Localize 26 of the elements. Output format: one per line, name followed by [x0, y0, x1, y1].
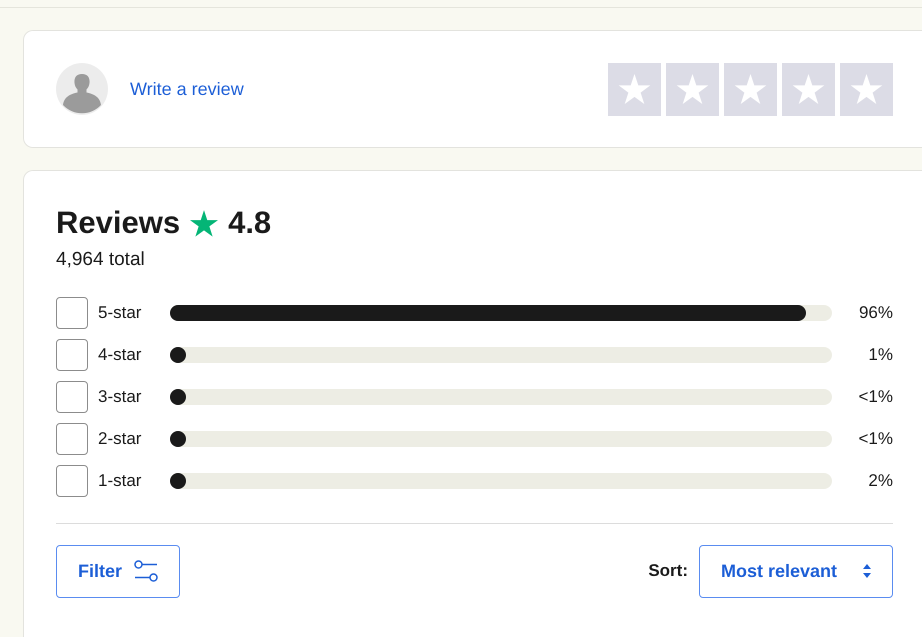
avatar-icon [56, 63, 108, 115]
checkbox[interactable] [56, 380, 88, 412]
total-count: 4,964 total [56, 248, 146, 272]
checkbox[interactable] [56, 296, 88, 328]
star-icon [190, 210, 218, 236]
sort-label: Sort: [648, 560, 688, 582]
star-level-label: 1-star [98, 470, 142, 492]
sort-caret-icon [863, 564, 871, 578]
percent-value: 96% [858, 302, 893, 324]
checkbox[interactable] [56, 422, 88, 454]
percent-value: 1% [868, 344, 893, 366]
reviews-heading: Reviews [56, 204, 180, 242]
percent-value: <1% [858, 428, 893, 450]
sliders-icon [134, 560, 158, 582]
star-level-label: 5-star [98, 302, 142, 324]
filter-button[interactable]: Filter [56, 544, 180, 598]
sort-dropdown[interactable]: Most relevant [699, 544, 893, 598]
write-review-link[interactable]: Write a review [130, 76, 244, 102]
checkbox[interactable] [56, 338, 88, 370]
star-level-label: 3-star [98, 386, 142, 408]
star-level-label: 2-star [98, 428, 142, 450]
star-level-label: 4-star [98, 344, 142, 366]
percent-value: <1% [858, 386, 893, 408]
percent-value: 2% [868, 470, 893, 492]
checkbox[interactable] [56, 464, 88, 496]
rating-value: 4.8 [228, 204, 272, 242]
